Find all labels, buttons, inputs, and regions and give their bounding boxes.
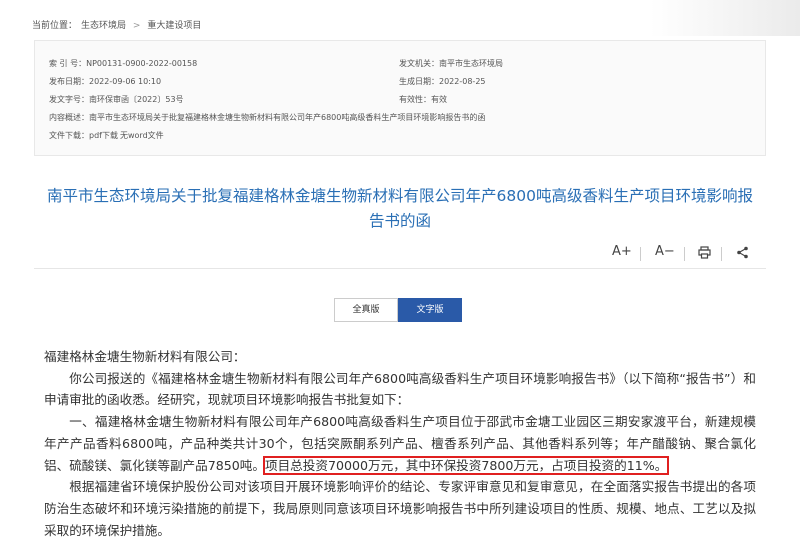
- breadcrumb-current-label: 当前位置：: [32, 21, 78, 31]
- header-decoration: [650, 0, 800, 36]
- tab-text-version[interactable]: 文字版: [398, 298, 462, 322]
- article-body: 福建格林金塘生物新材料有限公司： 你公司报送的《福建格林金塘生物新材料有限公司年…: [44, 346, 756, 541]
- no-word-file-text: 无word文件: [119, 131, 164, 140]
- meta-issuer: 发文机关：南平市生态环境局: [399, 59, 503, 68]
- meta-created-date: 生成日期：2022-08-25: [399, 77, 486, 86]
- share-icon[interactable]: [736, 246, 749, 263]
- breadcrumb-item-major-projects[interactable]: 重大建设项目: [147, 21, 201, 31]
- pdf-download-link[interactable]: pdf下载: [89, 131, 118, 140]
- toolbar-divider-line: [34, 268, 766, 269]
- highlighted-investment-text: 项目总投资70000万元，其中环保投资7800万元，占项目投资的11%。: [262, 455, 670, 475]
- breadcrumb: 当前位置： 生态环境局 > 重大建设项目: [32, 18, 205, 31]
- paragraph-3: 根据福建省环境保护股份公司对该项目开展环境影响评价的结论、专家评审意见和复审意见…: [44, 479, 756, 538]
- meta-downloads: 文件下载：pdf下载 无word文件: [49, 131, 164, 140]
- meta-document-number: 发文字号：南环保审函〔2022〕53号: [49, 95, 184, 104]
- paragraph-2: 一、福建格林金塘生物新材料有限公司年产6800吨高级香料生产项目位于邵武市金塘工…: [44, 411, 756, 476]
- toolbar-divider: [721, 247, 722, 261]
- breadcrumb-item-ecology-bureau[interactable]: 生态环境局: [81, 21, 126, 31]
- meta-summary: 内容概述：南平市生态环境局关于批复福建格林金塘生物新材料有限公司年产6800吨高…: [49, 113, 486, 122]
- printer-icon[interactable]: [698, 246, 711, 263]
- paragraph-1: 你公司报送的《福建格林金塘生物新材料有限公司年产6800吨高级香料生产项目环境影…: [44, 370, 756, 408]
- tab-full-version[interactable]: 全真版: [334, 298, 398, 322]
- salutation: 福建格林金塘生物新材料有限公司：: [44, 349, 246, 364]
- meta-index-number: 索 引 号：NP00131-0900-2022-00158: [49, 59, 198, 68]
- toolbar-divider: [684, 247, 685, 261]
- share-icon-graphic: [737, 246, 748, 259]
- document-metadata-panel: 索 引 号：NP00131-0900-2022-00158 发文机关：南平市生态…: [34, 40, 766, 156]
- page-title: 南平市生态环境局关于批复福建格林金塘生物新材料有限公司年产6800吨高级香料生产…: [47, 187, 753, 230]
- breadcrumb-separator: >: [132, 21, 141, 31]
- font-decrease-button[interactable]: A−: [655, 244, 675, 259]
- font-increase-button[interactable]: A+: [612, 244, 632, 259]
- meta-validity: 有效性：有效: [399, 95, 447, 104]
- toolbar-divider: [640, 247, 641, 261]
- printer-icon-graphic: [698, 246, 711, 259]
- meta-publish-date: 发布日期：2022-09-06 10:10: [49, 77, 162, 86]
